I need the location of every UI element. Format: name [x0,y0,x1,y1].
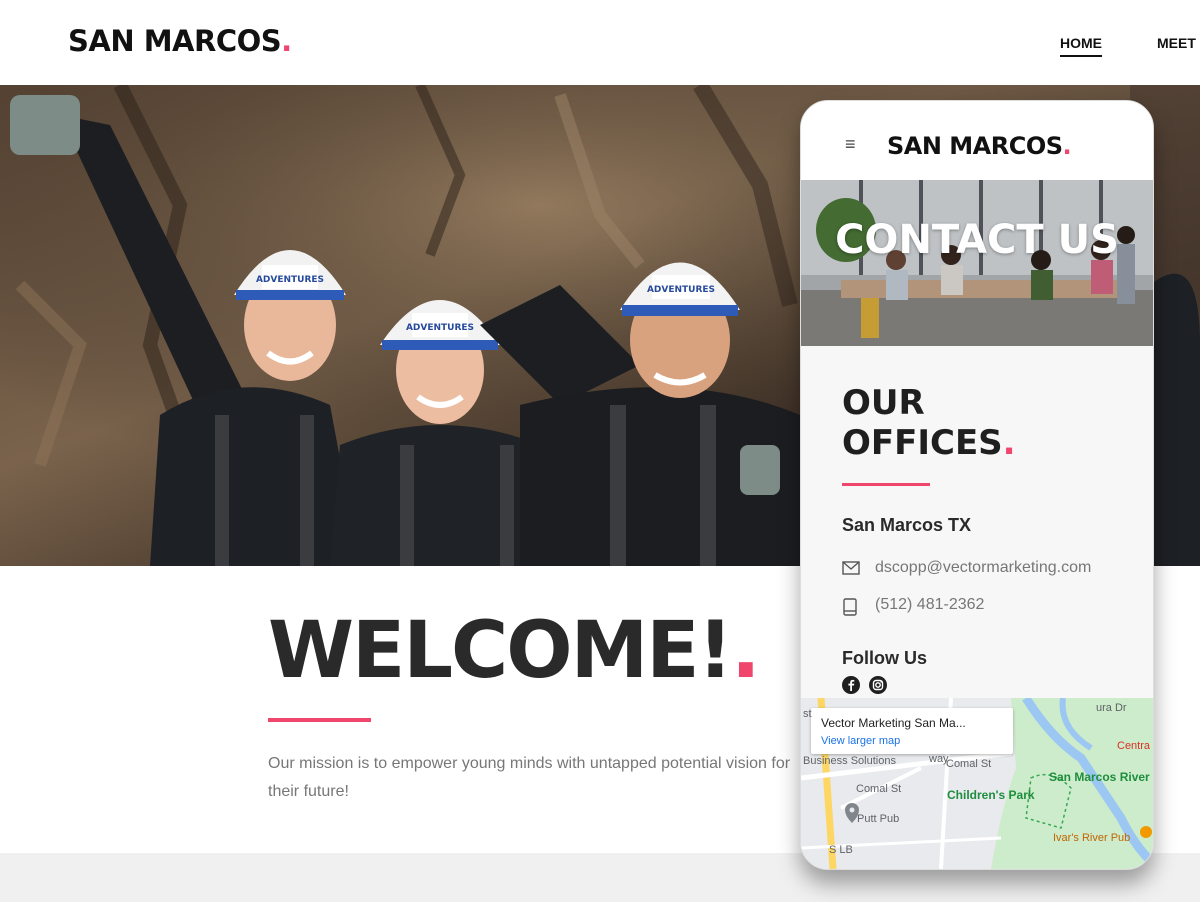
view-larger-map-link[interactable]: View larger map [821,735,900,747]
map-label-comal-st-1: Comal St [856,783,902,795]
mobile-logo[interactable]: SAN MARCOS. [887,132,1072,160]
welcome-accent-rule [268,718,371,722]
facebook-icon[interactable] [842,676,860,694]
mobile-mockup: ≡ SAN MARCOS. CONTACT US OUR OFFICES. Sa… [800,100,1154,870]
hamburger-menu-icon[interactable]: ≡ [845,135,856,153]
office-city: San Marcos TX [842,515,972,535]
svg-text:ADVENTURES: ADVENTURES [256,275,324,285]
mission-text: Our mission is to empower young minds wi… [268,755,791,800]
embedded-map[interactable]: Vector Marketing San Ma... View larger m… [801,698,1153,869]
map-label-ivars: Ivar's River Pub [1053,832,1131,844]
svg-text:ADVENTURES: ADVENTURES [406,323,474,333]
map-label-business: Business Solutions [803,755,896,767]
map-label-river: San Marcos River [1049,770,1150,784]
our-offices-heading: OUR OFFICES. [842,383,1016,463]
map-place-title: Vector Marketing San Ma... [821,716,966,730]
map-label-putt-pub: Putt Pub [857,813,900,825]
offices-accent-rule [842,483,930,486]
site-logo[interactable]: SAN MARCOS. [68,24,292,58]
map-label-slb: S LB [829,844,853,856]
contact-banner: CONTACT US [801,180,1153,346]
email-link[interactable]: dscopp@vectormarketing.com [875,559,1091,577]
map-label-st: st [803,708,812,720]
contact-us-title: CONTACT US [835,217,1119,263]
phone-icon [843,598,857,616]
nav-meet-link[interactable]: MEET [1157,35,1196,51]
envelope-icon [842,561,860,575]
map-label-hwy: way [929,753,949,765]
mobile-header: ≡ SAN MARCOS. [801,101,1153,181]
map-label-ura-dr: ura Dr [1096,702,1127,714]
map-label-childrens-park: Children's Park [947,788,1035,802]
welcome-heading: WELCOME!. [268,606,761,696]
site-header: SAN MARCOS. HOME MEET [0,0,1200,85]
phone-number[interactable]: (512) 481-2362 [875,596,984,614]
follow-us-label: Follow Us [842,648,927,668]
instagram-icon[interactable] [869,676,887,694]
map-label-comal-st-2: Comal St [946,758,992,770]
map-label-central: Centra [1117,740,1151,752]
svg-text:ADVENTURES: ADVENTURES [647,285,715,295]
nav-home-link[interactable]: HOME [1060,35,1102,57]
map-info-card: Vector Marketing San Ma... View larger m… [811,708,1013,754]
